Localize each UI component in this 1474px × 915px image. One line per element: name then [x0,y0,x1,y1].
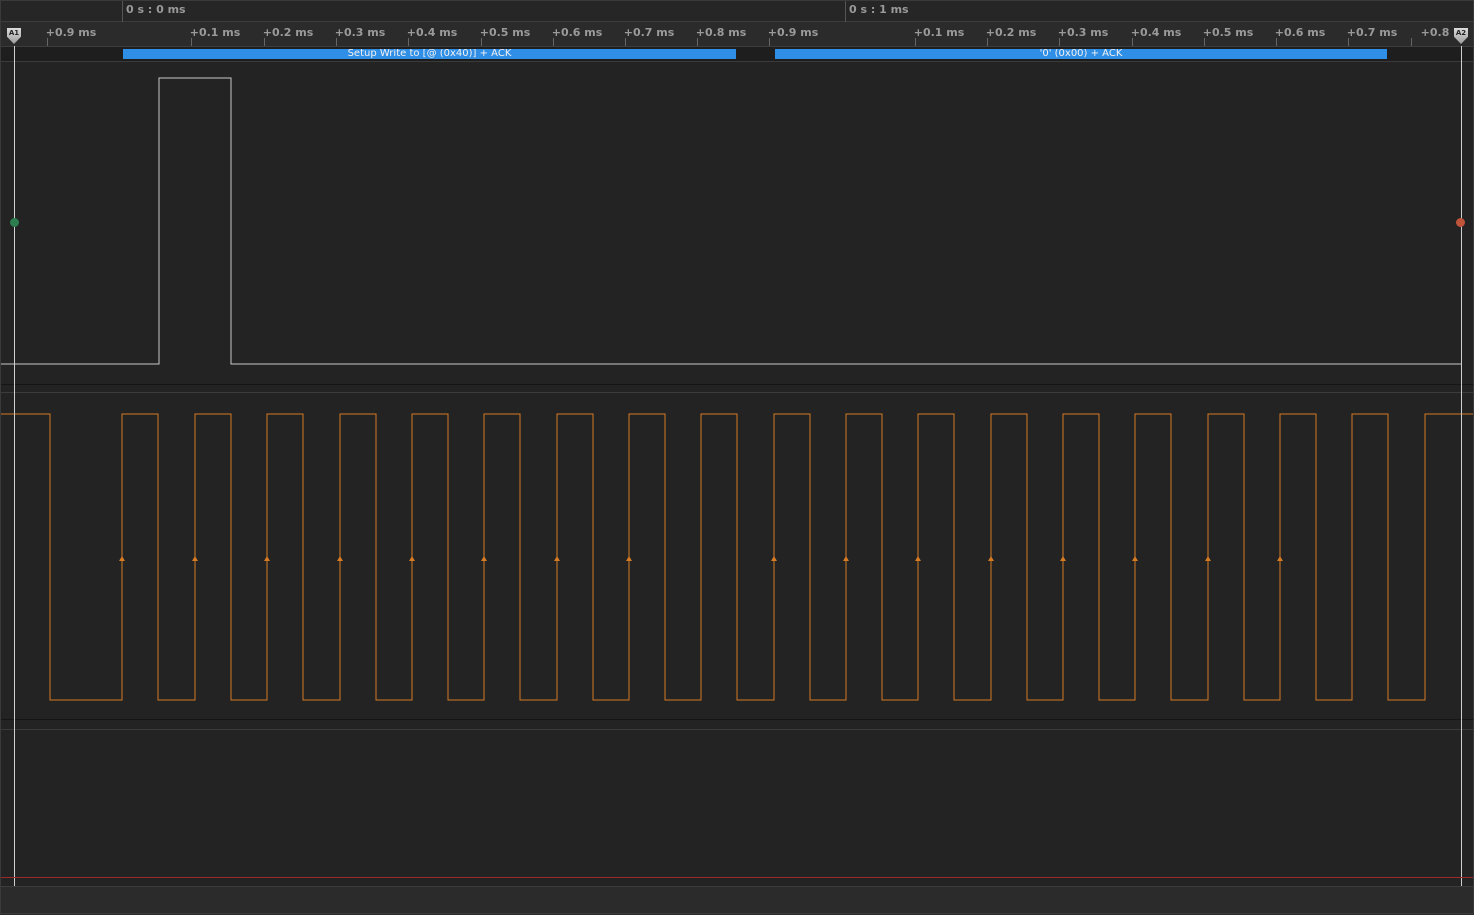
rising-edge-arrow-icon [409,556,415,561]
cursor-a2-line[interactable] [1461,46,1462,886]
rising-edge-arrow-icon [119,556,125,561]
sda-waveform [0,77,1461,365]
rising-edge-arrow-icon [481,556,487,561]
rising-edge-arrow-icon [626,556,632,561]
status-bar [0,886,1474,915]
cursor-a1-line[interactable] [14,46,15,886]
waveform-canvas [0,77,1474,701]
rising-edge-arrow-icon [988,556,994,561]
logic-analyzer-window: 0 s : 0 ms 0 s : 1 ms +0.9 ms +0.1 ms +0.2… [0,0,1474,915]
rising-edge-arrow-icon [1132,556,1138,561]
rising-edge-arrow-icon [337,556,343,561]
rising-edge-arrow-icon [1060,556,1066,561]
rising-edge-arrow-icon [915,556,921,561]
rising-edge-arrow-icon [554,556,560,561]
rising-edge-arrow-icon [771,556,777,561]
trigger-line [0,877,1474,878]
rising-edge-arrow-icon [843,556,849,561]
scl-waveform [0,413,1474,701]
left-cursor-dot-icon [10,218,19,227]
rising-edge-arrow-icon [264,556,270,561]
right-cursor-dot-icon [1456,218,1465,227]
rising-edge-arrow-icon [1277,556,1283,561]
rising-edge-arrow-icon [192,556,198,561]
rising-edge-arrow-icon [1205,556,1211,561]
